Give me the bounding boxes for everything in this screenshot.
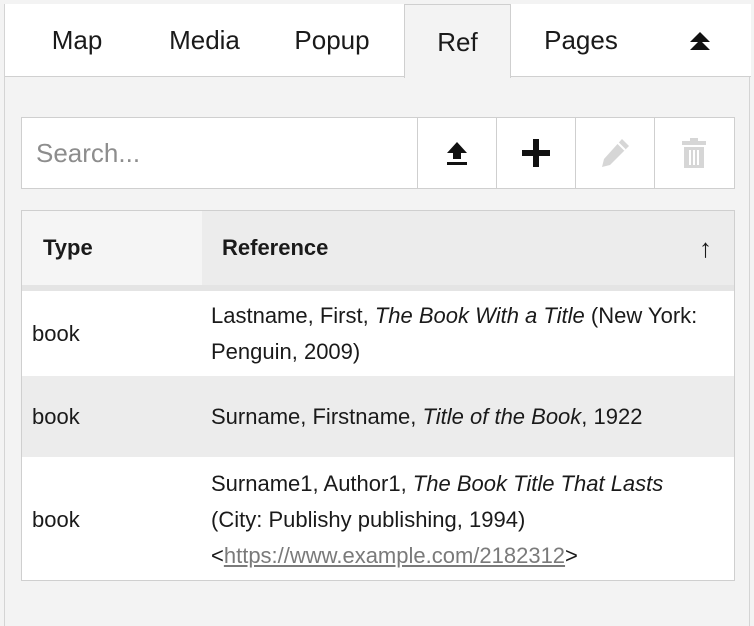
tab-popup[interactable]: Popup [260, 4, 404, 77]
column-header-type-label: Type [43, 235, 93, 260]
pencil-icon [602, 139, 629, 167]
reference-toolbar [21, 117, 735, 189]
reference-cell: Lastname, First, The Book With a Title (… [211, 302, 698, 364]
collapse-up-icon [690, 31, 710, 50]
add-button[interactable] [496, 118, 575, 188]
reference-table: Type Reference ↑ book Lastname, First, T… [21, 210, 735, 581]
sort-ascending-icon: ↑ [699, 232, 712, 263]
column-header-reference-label: Reference [222, 235, 329, 260]
collapse-tabs-button[interactable] [651, 4, 749, 77]
column-header-reference[interactable]: Reference ↑ [202, 211, 734, 285]
type-cell: book [32, 507, 80, 532]
table-row[interactable]: book Surname1, Author1, The Book Title T… [22, 457, 734, 580]
reference-panel: Map Media Popup Ref Pages Search... Type… [4, 4, 751, 626]
reference-cell: Surname1, Author1, The Book Title That L… [211, 471, 664, 568]
table-row[interactable]: book Surname, Firstname, Title of the Bo… [22, 376, 734, 457]
reference-cell: Surname, Firstname, Title of the Book, 1… [211, 403, 643, 429]
tab-map[interactable]: Map [5, 4, 149, 77]
tab-bar: Map Media Popup Ref Pages [5, 4, 751, 78]
tab-media[interactable]: Media [149, 4, 260, 77]
type-cell: book [32, 320, 80, 346]
delete-button[interactable] [654, 118, 733, 188]
tab-pages[interactable]: Pages [511, 4, 651, 77]
tab-ref[interactable]: Ref [404, 4, 511, 78]
edit-button[interactable] [575, 118, 654, 188]
table-header: Type Reference ↑ [22, 211, 734, 291]
table-row[interactable]: book Lastname, First, The Book With a Ti… [22, 291, 734, 376]
upload-icon [447, 142, 467, 165]
column-header-type[interactable]: Type [22, 211, 202, 285]
plus-icon [522, 139, 550, 167]
search-input[interactable] [22, 118, 417, 188]
trash-icon [682, 138, 706, 168]
upload-button[interactable] [417, 118, 496, 188]
type-cell: book [32, 403, 80, 429]
reference-link[interactable]: https://www.example.com/2182312 [224, 543, 565, 568]
